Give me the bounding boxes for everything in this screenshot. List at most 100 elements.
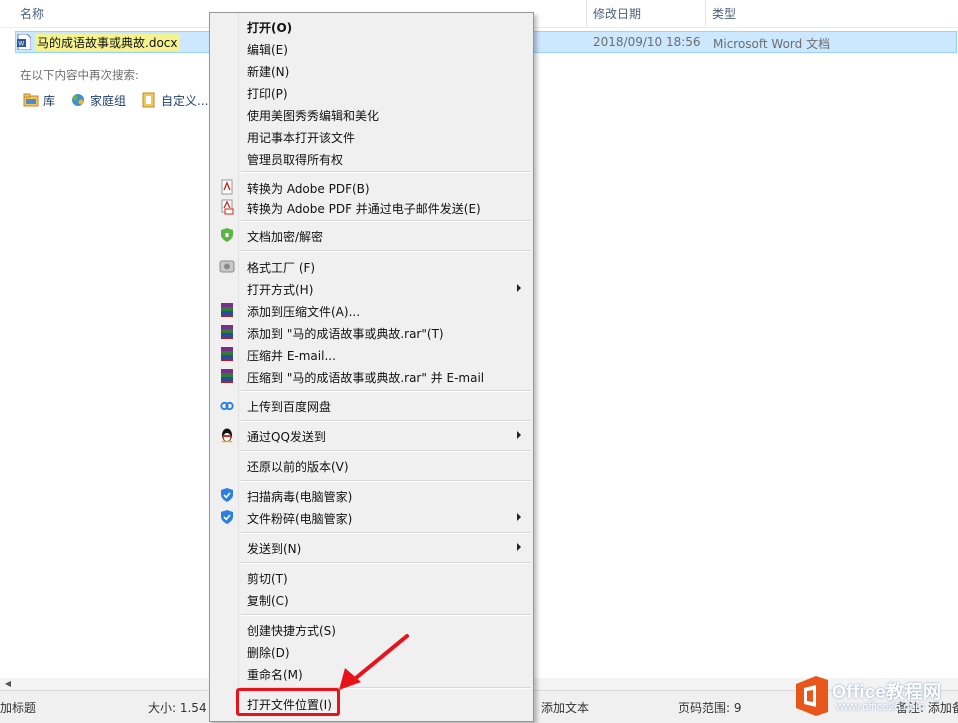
pdf-email-icon [221, 199, 234, 215]
column-divider[interactable] [586, 0, 587, 27]
menu-label: 转换为 Adobe PDF(B) [247, 182, 370, 196]
menu-compress-email[interactable]: 压缩并 E-mail... [212, 343, 531, 365]
watermark-url: www.office26.com [836, 701, 925, 713]
menu-label: 编辑(E) [247, 43, 288, 57]
winrar-icon [221, 347, 233, 361]
pc-manager-icon [221, 488, 233, 502]
menu-label: 创建快捷方式(S) [247, 624, 336, 638]
menu-send-to[interactable]: 发送到(N) [212, 536, 531, 558]
red-arrow-icon [339, 634, 409, 690]
menu-open[interactable]: 打开(O) [212, 15, 531, 37]
menu-label: 文档加密/解密 [247, 230, 324, 244]
column-name[interactable]: 名称 [20, 5, 44, 22]
menu-label: 还原以前的版本(V) [247, 460, 349, 474]
svg-text:W: W [18, 41, 24, 48]
submenu-arrow-icon [517, 543, 521, 551]
search-location-label: 家庭组 [90, 93, 127, 108]
menu-meitu[interactable]: 使用美图秀秀编辑和美化 [212, 103, 531, 125]
menu-convert-pdf[interactable]: 转换为 Adobe PDF(B) [212, 176, 531, 198]
menu-label: 删除(D) [247, 646, 290, 660]
menu-label: 用记事本打开该文件 [247, 131, 356, 145]
menu-label: 管理员取得所有权 [247, 153, 344, 167]
submenu-arrow-icon [517, 284, 521, 292]
file-extension: .docx [145, 35, 178, 50]
menu-convert-pdf-email[interactable]: 转换为 Adobe PDF 并通过电子邮件发送(E) [212, 196, 531, 218]
menu-label: 发送到(N) [247, 542, 302, 556]
menu-separator [241, 171, 531, 173]
menu-label: 格式工厂 (F) [247, 261, 316, 275]
baidu-cloud-icon [220, 401, 234, 411]
submenu-arrow-icon [517, 513, 521, 521]
menu-label: 上传到百度网盘 [247, 400, 332, 414]
office-logo-icon [796, 676, 828, 716]
menu-send-via-qq[interactable]: 通过QQ发送到 [212, 424, 531, 446]
menu-new[interactable]: 新建(N) [212, 59, 531, 81]
context-menu: 打开(O) 编辑(E) 新建(N) 打印(P) 使用美图秀秀编辑和美化 用记事本… [209, 12, 534, 722]
status-page-range: 页码范围: 9 [678, 701, 742, 715]
menu-print[interactable]: 打印(P) [212, 81, 531, 103]
winrar-icon [221, 369, 233, 383]
search-again-label: 在以下内容中再次搜索: [20, 68, 139, 82]
menu-cut[interactable]: 剪切(T) [212, 566, 531, 588]
menu-encrypt[interactable]: 文档加密/解密 [212, 224, 531, 246]
column-type[interactable]: 类型 [712, 5, 736, 22]
custom-folder-icon [142, 92, 155, 108]
file-name: 马的成语故事或典故 [37, 35, 146, 50]
menu-add-archive[interactable]: 添加到压缩文件(A)... [212, 299, 531, 321]
menu-edit[interactable]: 编辑(E) [212, 37, 531, 59]
search-location-label: 库 [43, 93, 56, 108]
menu-separator [241, 562, 531, 564]
menu-separator [241, 480, 531, 482]
search-location-label: 自定义... [161, 93, 209, 108]
homegroup-icon [72, 94, 84, 106]
format-factory-icon [219, 260, 235, 273]
menu-restore-previous[interactable]: 还原以前的版本(V) [212, 454, 531, 476]
column-divider[interactable] [705, 0, 706, 27]
menu-take-ownership[interactable]: 管理员取得所有权 [212, 147, 531, 169]
qq-penguin-icon [221, 428, 233, 443]
shield-icon [221, 228, 233, 242]
menu-notepad[interactable]: 用记事本打开该文件 [212, 125, 531, 147]
file-modified-date: 2018/09/10 18:56 [593, 35, 701, 49]
library-icon [23, 93, 39, 107]
menu-label: 复制(C) [247, 594, 289, 608]
menu-scan-virus[interactable]: 扫描病毒(电脑管家) [212, 484, 531, 506]
menu-label: 文件粉碎(电脑管家) [247, 512, 353, 526]
menu-label: 添加到 "马的成语故事或典故.rar"(T) [247, 327, 444, 341]
scroll-left-icon[interactable]: ◀ [2, 678, 14, 690]
menu-label: 剪切(T) [247, 572, 288, 586]
menu-compress-to-rar-email[interactable]: 压缩到 "马的成语故事或典故.rar" 并 E-mail [212, 365, 531, 387]
menu-label: 新建(N) [247, 65, 290, 79]
menu-separator [241, 250, 531, 252]
menu-add-to-rar[interactable]: 添加到 "马的成语故事或典故.rar"(T) [212, 321, 531, 343]
menu-open-with[interactable]: 打开方式(H) [212, 277, 531, 299]
search-location-custom[interactable]: 自定义... [141, 91, 208, 109]
menu-label: 压缩并 E-mail... [247, 349, 336, 363]
menu-separator [241, 420, 531, 422]
menu-separator [241, 532, 531, 534]
file-name-cell[interactable]: W 马的成语故事或典故.docx [17, 33, 180, 51]
search-location-library[interactable]: 库 [23, 91, 55, 109]
menu-separator [241, 390, 531, 392]
status-comments[interactable]: 添加文本 [541, 699, 589, 716]
pc-manager-icon [221, 510, 233, 524]
menu-label: 扫描病毒(电脑管家) [247, 490, 353, 504]
menu-label: 添加到压缩文件(A)... [247, 305, 361, 319]
menu-baidu-upload[interactable]: 上传到百度网盘 [212, 394, 531, 416]
menu-format-factory[interactable]: 格式工厂 (F) [212, 255, 531, 277]
search-location-homegroup[interactable]: 家庭组 [70, 91, 126, 109]
file-type: Microsoft Word 文档 [713, 37, 831, 51]
submenu-arrow-icon [517, 431, 521, 439]
word-doc-icon: W [17, 34, 31, 50]
column-modified[interactable]: 修改日期 [593, 5, 641, 22]
menu-label: 打印(P) [247, 87, 288, 101]
menu-label: 转换为 Adobe PDF 并通过电子邮件发送(E) [247, 202, 481, 216]
menu-label: 通过QQ发送到 [247, 430, 326, 444]
menu-separator [241, 220, 531, 222]
status-tags[interactable]: 加标题 [0, 699, 36, 716]
menu-label: 打开(O) [247, 21, 293, 35]
menu-shred-file[interactable]: 文件粉碎(电脑管家) [212, 506, 531, 528]
menu-copy[interactable]: 复制(C) [212, 588, 531, 610]
highlight-box [236, 688, 340, 716]
winrar-icon [221, 303, 233, 317]
